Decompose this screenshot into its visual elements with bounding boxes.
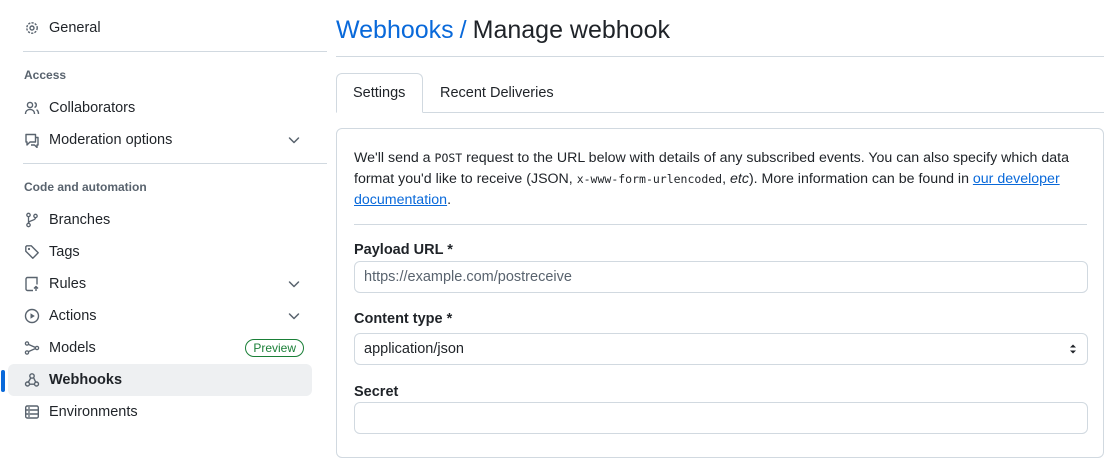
chevron-down-icon[interactable] bbox=[286, 132, 302, 148]
sidebar-item-webhooks[interactable]: Webhooks bbox=[1, 364, 312, 396]
sidebar-item-rules[interactable]: Rules bbox=[8, 268, 312, 300]
sidebar-item-label: Rules bbox=[49, 276, 87, 292]
form-divider bbox=[354, 224, 1087, 225]
intro-text: We'll send a bbox=[354, 150, 435, 166]
ai-model-icon bbox=[24, 340, 40, 356]
webhook-settings-form: We'll send a POST request to the URL bel… bbox=[336, 128, 1104, 458]
sidebar-item-general[interactable]: General bbox=[8, 12, 312, 44]
tab-bar: Settings Recent Deliveries bbox=[336, 73, 1104, 113]
section-title-access: Access bbox=[24, 68, 67, 82]
sidebar-item-models[interactable]: Models Preview bbox=[8, 332, 312, 364]
chevron-down-icon[interactable] bbox=[286, 276, 302, 292]
sidebar-item-label: General bbox=[49, 20, 101, 36]
sidebar-item-label: Actions bbox=[49, 308, 97, 324]
intro-code-post: POST bbox=[434, 151, 463, 165]
sidebar-item-actions[interactable]: Actions bbox=[8, 300, 312, 332]
sidebar-item-label: Moderation options bbox=[49, 132, 173, 148]
sidebar-item-tags[interactable]: Tags bbox=[8, 236, 312, 268]
gear-icon bbox=[24, 20, 40, 36]
content-type-select[interactable]: application/json bbox=[354, 333, 1088, 365]
tab-recent-deliveries[interactable]: Recent Deliveries bbox=[424, 73, 570, 113]
title-divider bbox=[336, 56, 1104, 57]
sidebar-item-label: Environments bbox=[49, 404, 138, 420]
sidebar-item-label: Webhooks bbox=[49, 372, 123, 388]
content-type-selected-value: application/json bbox=[364, 341, 464, 357]
secret-input[interactable] bbox=[354, 402, 1088, 434]
server-icon bbox=[24, 404, 40, 420]
payload-url-label: Payload URL * bbox=[354, 242, 453, 258]
section-title-code-automation: Code and automation bbox=[24, 180, 147, 194]
sidebar-item-collaborators[interactable]: Collaborators bbox=[8, 92, 312, 124]
form-description: We'll send a POST request to the URL bel… bbox=[354, 148, 1089, 211]
intro-etc: etc bbox=[730, 171, 749, 187]
settings-sidebar: General Access Collaborators Moderation … bbox=[1, 0, 327, 436]
content-type-label: Content type * bbox=[354, 311, 453, 327]
chevron-down-icon[interactable] bbox=[286, 308, 302, 324]
intro-text: . bbox=[447, 192, 452, 208]
tab-settings[interactable]: Settings bbox=[336, 73, 423, 113]
intro-text: , bbox=[722, 171, 730, 187]
sidebar-item-label: Models bbox=[49, 340, 96, 356]
page-title-text: Manage webhook bbox=[472, 16, 670, 44]
breadcrumb-webhooks-link[interactable]: Webhooks bbox=[336, 16, 454, 44]
select-updown-icon bbox=[1065, 341, 1081, 357]
sidebar-divider bbox=[23, 163, 327, 164]
sidebar-item-label: Collaborators bbox=[49, 100, 136, 116]
preview-badge: Preview bbox=[245, 339, 304, 357]
intro-code-urlencoded: x-www-form-urlencoded bbox=[576, 172, 723, 186]
git-branch-icon bbox=[24, 212, 40, 228]
intro-text: ). More information can be found in bbox=[748, 171, 973, 187]
webhook-icon bbox=[24, 372, 40, 388]
people-icon bbox=[24, 100, 40, 116]
sidebar-divider bbox=[23, 51, 327, 52]
report-icon bbox=[24, 132, 40, 148]
breadcrumb-separator: / bbox=[459, 16, 467, 44]
sidebar-item-label: Branches bbox=[49, 212, 111, 228]
sidebar-item-moderation-options[interactable]: Moderation options bbox=[8, 124, 312, 156]
main-content: Webhooks / Manage webhook Settings Recent … bbox=[336, 0, 1104, 458]
payload-url-input[interactable] bbox=[354, 261, 1088, 293]
sidebar-item-label: Tags bbox=[49, 244, 80, 260]
tag-icon bbox=[24, 244, 40, 260]
repo-push-icon bbox=[24, 276, 40, 292]
page-title: Webhooks / Manage webhook bbox=[336, 14, 670, 46]
play-icon bbox=[24, 308, 40, 324]
sidebar-item-environments[interactable]: Environments bbox=[8, 396, 312, 428]
sidebar-item-branches[interactable]: Branches bbox=[8, 204, 312, 236]
secret-label: Secret bbox=[354, 384, 399, 400]
